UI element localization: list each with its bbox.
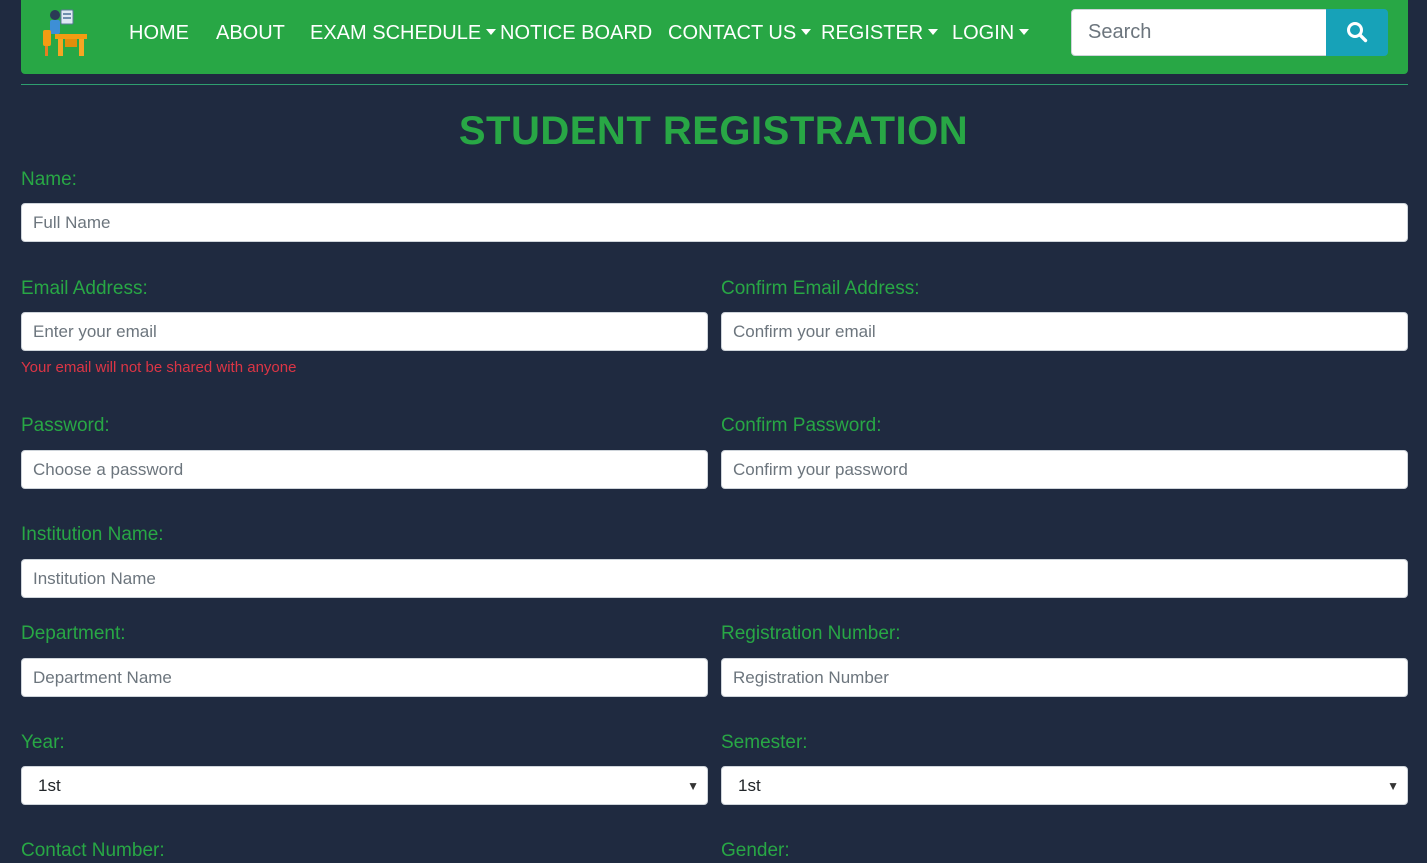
nav-register-dropdown[interactable]: REGISTER	[821, 20, 939, 46]
institution-input[interactable]	[21, 559, 1408, 598]
password-label: Password:	[21, 415, 110, 436]
year-select-value: 1st	[38, 776, 61, 795]
top-navbar: HOME ABOUT EXAM SCHEDULE NOTICE BOARD CO…	[21, 0, 1408, 74]
nav-exam-schedule-dropdown[interactable]: EXAM SCHEDULE	[310, 20, 497, 46]
nav-notice-board[interactable]: NOTICE BOARD	[500, 20, 652, 46]
nav-contact-us-dropdown[interactable]: CONTACT US	[668, 20, 812, 46]
email-input[interactable]	[21, 312, 708, 351]
confirm-email-label: Confirm Email Address:	[721, 278, 920, 299]
caret-down-icon	[928, 29, 939, 35]
select-arrow-icon: ▼	[687, 779, 699, 793]
gender-label: Gender:	[721, 840, 790, 861]
confirm-password-label: Confirm Password:	[721, 415, 882, 436]
semester-select-value: 1st	[738, 776, 761, 795]
year-select[interactable]: 1st ▼	[21, 766, 708, 805]
search-icon	[1347, 22, 1368, 43]
semester-select[interactable]: 1st ▼	[721, 766, 1408, 805]
semester-label: Semester:	[721, 732, 808, 753]
desk-person-logo[interactable]	[41, 6, 89, 58]
search-button[interactable]	[1326, 9, 1388, 56]
contact-number-label: Contact Number:	[21, 840, 165, 861]
caret-down-icon	[486, 29, 497, 35]
nav-notice-board-label: NOTICE BOARD	[500, 22, 653, 44]
nav-contact-us-label: CONTACT US	[668, 22, 797, 44]
select-arrow-icon: ▼	[1387, 779, 1399, 793]
email-label: Email Address:	[21, 278, 148, 299]
name-label: Name:	[21, 169, 77, 190]
page-title: STUDENT REGISTRATION	[458, 109, 969, 153]
department-label: Department:	[21, 623, 126, 644]
nav-about-label: ABOUT	[216, 22, 285, 44]
email-help-text: Your email will not be shared with anyon…	[21, 359, 297, 376]
institution-label: Institution Name:	[21, 524, 164, 545]
nav-about[interactable]: ABOUT	[216, 20, 285, 46]
password-input[interactable]	[21, 450, 708, 489]
nav-home-label: HOME	[129, 22, 189, 44]
header-divider	[21, 84, 1408, 85]
caret-down-icon	[1019, 29, 1030, 35]
registration-number-input[interactable]	[721, 658, 1408, 697]
search-input[interactable]	[1071, 9, 1327, 56]
nav-home[interactable]: HOME	[129, 20, 189, 46]
confirm-password-input[interactable]	[721, 450, 1408, 489]
registration-number-label: Registration Number:	[721, 623, 901, 644]
year-label: Year:	[21, 732, 65, 753]
caret-down-icon	[801, 29, 812, 35]
nav-register-label: REGISTER	[821, 22, 924, 44]
full-name-input[interactable]	[21, 203, 1408, 242]
confirm-email-input[interactable]	[721, 312, 1408, 351]
nav-exam-schedule-label: EXAM SCHEDULE	[310, 22, 482, 44]
nav-login-label: LOGIN	[952, 22, 1015, 44]
nav-login-dropdown[interactable]: LOGIN	[952, 20, 1030, 46]
department-input[interactable]	[21, 658, 708, 697]
